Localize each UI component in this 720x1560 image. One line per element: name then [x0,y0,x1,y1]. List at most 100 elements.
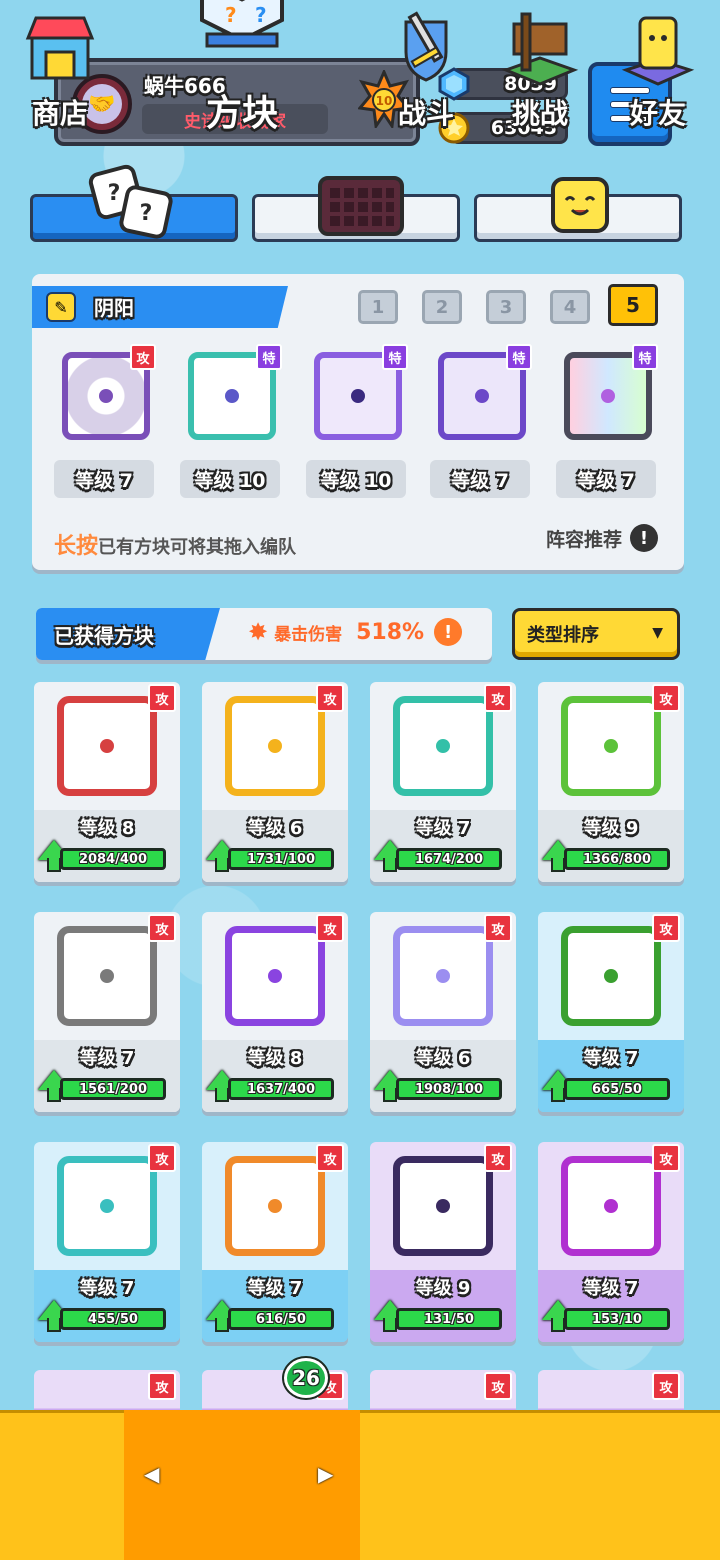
team-block[interactable]: 特 [556,344,660,448]
svg-text:?: ? [108,181,121,206]
team-block[interactable]: 特 [306,344,410,448]
team-slot-1[interactable]: 1 [358,290,398,324]
info-icon: ! [630,524,658,552]
block-level: 等级 7 [79,1048,135,1069]
blocks-count-badge: 26 [284,1358,328,1398]
nav-blocks[interactable]: ?? 方块 [124,0,360,150]
attack-tag: 攻 [484,1144,512,1172]
upgrade-arrow-stem [551,1318,565,1332]
block-face [561,696,661,796]
team-slot-5[interactable]: 5 [608,284,658,326]
upgrade-progress-bar: 1674/200 [396,848,502,870]
owned-block-card[interactable]: 攻等级 7 665/50 [538,912,684,1112]
team-block[interactable]: 特 [180,344,284,448]
attack-tag: 攻 [316,914,344,942]
upgrade-progress-bar: 1731/100 [228,848,334,870]
owned-block-card[interactable]: 攻等级 7 1674/200 [370,682,516,882]
crit-damage-value: 518% [356,619,425,645]
sort-dropdown[interactable]: 类型排序 ▼ [512,608,680,660]
attack-tag: 攻 [148,1372,176,1400]
block-face [57,1156,157,1256]
bottom-nav [0,1410,720,1560]
crit-damage-stat[interactable]: ✸ 暴击伤害 518% ! [248,618,463,646]
nav-battle[interactable]: 战斗 [366,0,486,150]
upgrade-progress-bar: 616/50 [228,1308,334,1330]
nav-shop[interactable]: 商店 [0,0,120,150]
owned-block-card[interactable]: 攻等级 6 1731/100 [202,682,348,882]
special-tag: 特 [382,344,408,370]
edit-pencil-icon[interactable]: ✎ [46,292,76,322]
block-face [393,1156,493,1256]
block-pip [99,389,113,403]
crit-damage-label: 暴击伤害 [274,624,343,645]
sword-shield-icon [386,8,466,88]
team-name: 阴阳 [94,296,134,320]
special-tag: 特 [506,344,532,370]
owned-block-card[interactable]: 攻等级 7 153/10 [538,1142,684,1342]
nav-friends[interactable]: 好友 [598,0,718,150]
svg-text:?: ? [225,3,237,27]
lineup-recommend-button[interactable]: 阵容推荐 ! [546,524,658,552]
owned-block-card[interactable]: 攻等级 8 2084/400 [34,682,180,882]
team-slot-2[interactable]: 2 [422,290,462,324]
team-slot-4[interactable]: 4 [550,290,590,324]
hint-highlight: 长按 [54,534,99,559]
owned-block-card[interactable]: 攻等级 7 1561/200 [34,912,180,1112]
block-pip [100,969,114,983]
team-block[interactable]: 攻 [54,344,158,448]
smiley-block-icon [550,176,610,234]
upgrade-arrow-stem [383,1318,397,1332]
block-level: 等级 8 [247,1048,303,1069]
upgrade-arrow-stem [215,1318,229,1332]
upgrade-arrow-stem [47,1318,61,1332]
dropdown-arrow-icon: ▼ [652,625,663,641]
owned-block-card[interactable]: 攻等级 6 1908/100 [370,912,516,1112]
block-face [225,1156,325,1256]
block-pip [436,1199,450,1213]
nav-next-arrow-icon[interactable]: ▶ [318,1462,333,1486]
svg-text:?: ? [255,3,267,27]
block-pip [604,739,618,753]
block-pip [436,739,450,753]
owned-block-card[interactable]: 攻等级 9 1366/800 [538,682,684,882]
crit-burst-icon: ✸ [248,618,269,646]
attack-tag: 攻 [148,1144,176,1172]
nav-blocks-label: 方块 [205,93,278,134]
block-level: 等级 7 [79,1278,135,1299]
signboard-icon [500,8,580,88]
svg-text:?: ? [140,201,153,226]
upgrade-progress-bar: 1637/400 [228,1078,334,1100]
block-face [561,1156,661,1256]
nav-shop-label: 商店 [31,97,88,130]
upgrade-progress-bar: 665/50 [564,1078,670,1100]
block-level: 等级 7 [415,818,471,839]
recommend-label: 阵容推荐 [545,528,622,551]
upgrade-arrow-stem [551,1088,565,1102]
upgrade-progress-bar: 1366/800 [564,848,670,870]
owned-block-card[interactable]: 攻等级 7 455/50 [34,1142,180,1342]
attack-tag: 攻 [484,914,512,942]
owned-block-card[interactable]: 攻等级 8 1637/400 [202,912,348,1112]
owned-block-card[interactable]: 攻等级 9 131/50 [370,1142,516,1342]
block-level: 等级 9 [415,1278,471,1299]
hint-text: 已有方块可将其拖入编队 [98,537,297,558]
team-block[interactable]: 特 [430,344,534,448]
block-pip [268,1199,282,1213]
board-icon [318,176,404,236]
block-level: 等级 8 [79,818,135,839]
team-block-level: 等级 10 [180,460,280,498]
attack-tag: 攻 [130,344,156,370]
block-face [57,696,157,796]
block-level: 等级 7 [583,1278,639,1299]
info-icon[interactable]: ! [434,618,463,646]
team-slot-3[interactable]: 3 [486,290,526,324]
nav-challenge[interactable]: 挑战 [480,0,600,150]
block-face [225,926,325,1026]
attack-tag: 攻 [652,914,680,942]
block-level: 等级 7 [247,1278,303,1299]
block-face [225,696,325,796]
team-name-banner[interactable]: ✎ 阴阳 [32,286,288,328]
nav-prev-arrow-icon[interactable]: ◀ [144,1462,159,1486]
attack-tag: 攻 [316,684,344,712]
owned-block-card[interactable]: 攻等级 7 616/50 [202,1142,348,1342]
